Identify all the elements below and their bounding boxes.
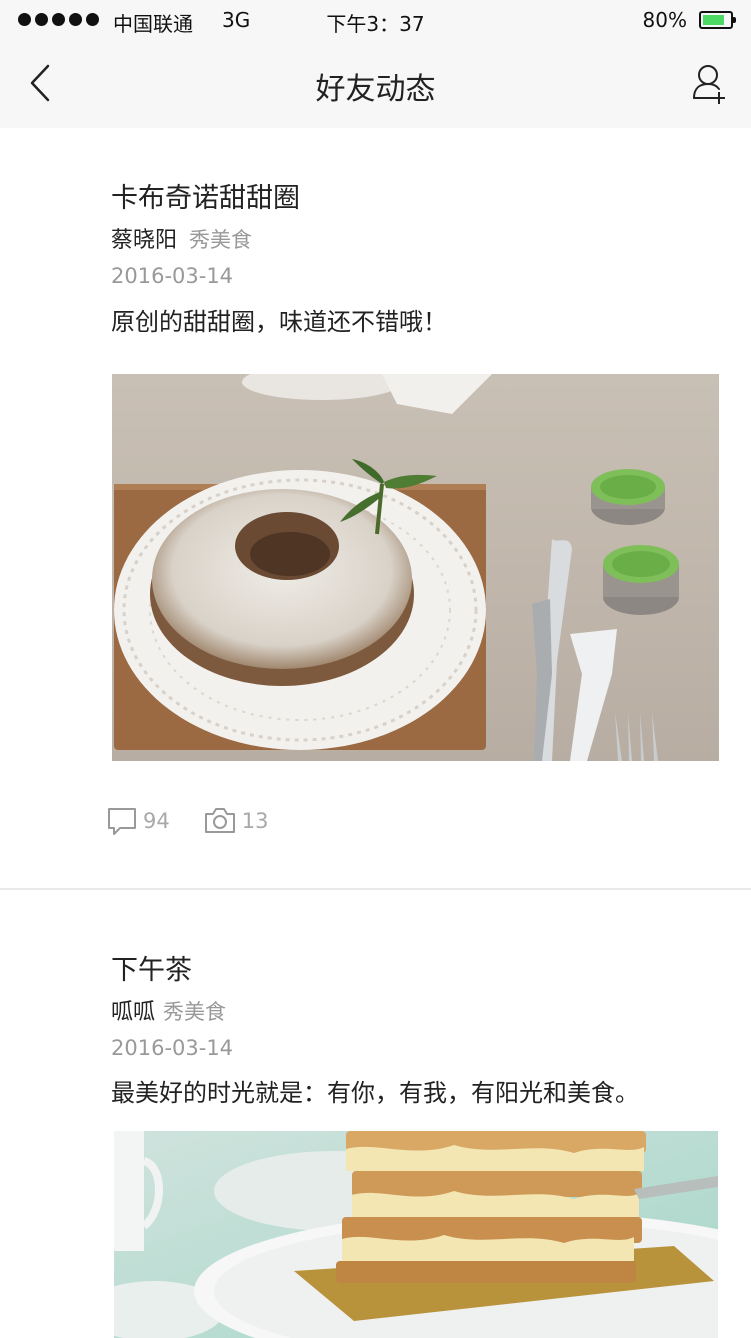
post-title[interactable]: 卡布奇诺甜甜圈 [111,176,300,215]
add-friend-button[interactable] [689,60,729,106]
battery-percentage: 80% [642,8,687,32]
photo-count: 13 [241,809,269,833]
post-author[interactable]: 呱呱 [111,1000,155,1025]
page-title: 好友动态 [315,72,436,107]
post-photo[interactable] [114,1131,718,1338]
comment-icon [108,808,136,835]
camera-icon [204,808,235,833]
battery-level [703,15,724,25]
post-photo[interactable] [112,374,719,761]
post-title[interactable]: 下午茶 [111,948,192,987]
battery-icon [699,11,736,29]
post-category[interactable]: 秀美食 [163,1000,226,1024]
comment-count: 94 [143,809,170,833]
post-author-line: 呱呱 秀美食 [111,994,226,1026]
navigation-bar: 好友动态 [0,40,751,128]
post-category[interactable]: 秀美食 [189,228,252,252]
comment-button[interactable]: 94 [107,806,170,836]
post-text: 最美好的时光就是：有你，有我，有阳光和美食。 [111,1079,639,1107]
post-date: 2016-03-14 [111,264,234,288]
post-author[interactable]: 蔡晓阳 [111,228,177,253]
pastry-photo [114,1131,718,1338]
post-author-line: 蔡晓阳 秀美食 [111,222,252,254]
status-time: 下午3：37 [326,12,425,36]
add-user-icon [693,65,725,104]
photo-button[interactable]: 13 [204,806,269,836]
status-bar: 中国联通 3G 下午3：37 80% [0,0,751,40]
post-date: 2016-03-14 [111,1036,234,1060]
donut-photo [112,374,719,761]
post-text: 原创的甜甜圈，味道还不错哦！ [111,308,447,336]
post-divider [0,888,751,890]
post-actions: 94 13 [107,806,302,836]
